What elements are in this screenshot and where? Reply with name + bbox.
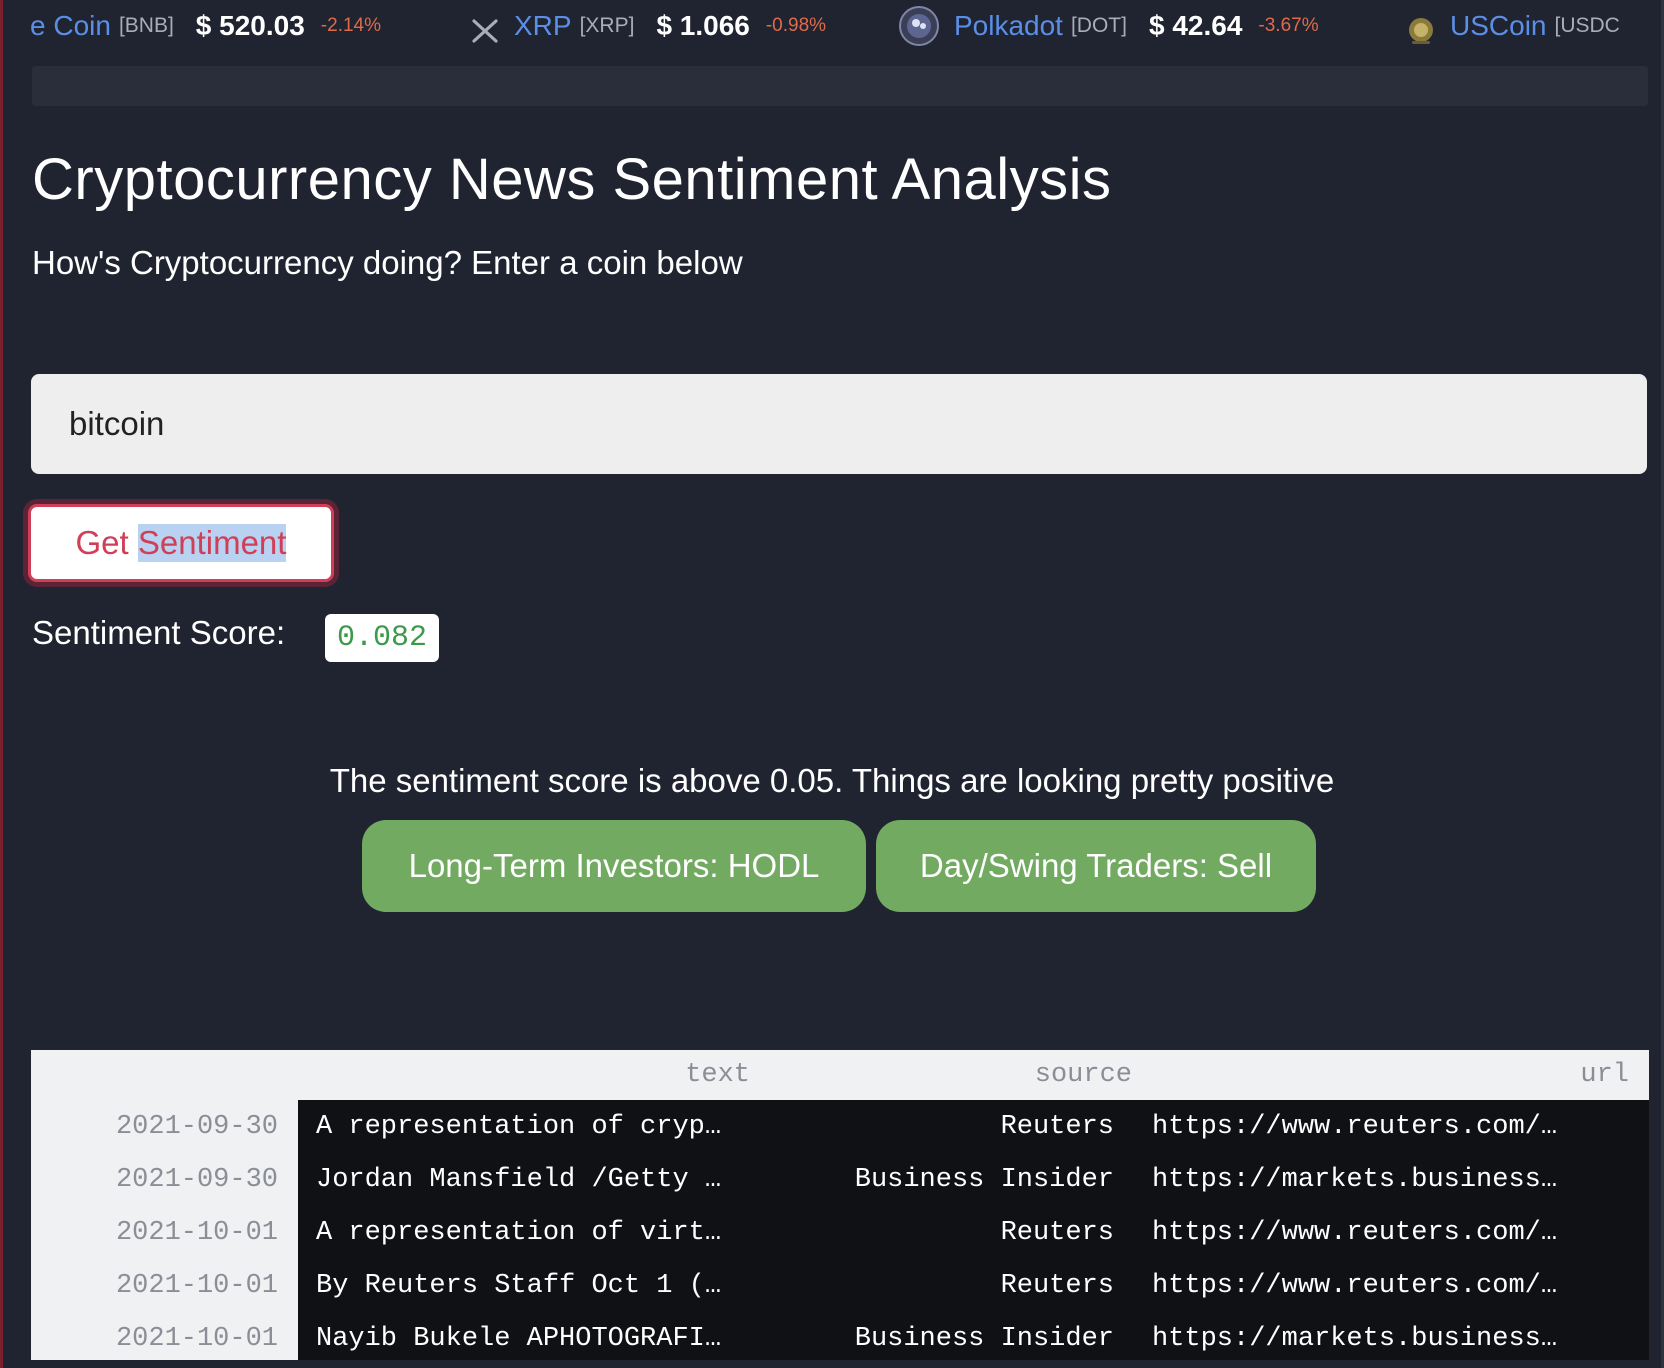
ticker-name[interactable]: USCoin <box>1450 0 1546 52</box>
ticker-symbol: [XRP] <box>579 14 635 37</box>
ticker-price: $ 42.64 <box>1148 10 1243 41</box>
table-row[interactable]: 2021-09-30 Jordan Mansfield /Getty … Bus… <box>31 1153 1649 1206</box>
row-date: 2021-10-01 <box>115 1323 278 1354</box>
ticker-price: $ 520.03 <box>195 10 305 41</box>
page-title: Cryptocurrency News Sentiment Analysis <box>32 147 1112 212</box>
sentiment-message: The sentiment score is above 0.05. Thing… <box>329 762 1335 799</box>
row-text[interactable]: By Reuters Staff Oct 1 (… <box>298 1259 770 1312</box>
ticker-item-xrp[interactable]: XRP [XRP] $ 1.066 -0.98% <box>470 0 826 52</box>
row-text[interactable]: A representation of virt… <box>298 1206 770 1259</box>
column-header-source[interactable]: source <box>770 1050 1152 1100</box>
polkadot-icon <box>898 5 940 47</box>
column-header-index <box>31 1050 298 1100</box>
row-text[interactable]: Nayib Bukele APHOTOGRAFI… <box>298 1312 770 1360</box>
get-sentiment-button[interactable]: Get Sentiment <box>28 504 334 582</box>
table-row[interactable]: 2021-10-01 A representation of virt… Reu… <box>31 1206 1649 1259</box>
left-edge-border <box>0 0 3 1368</box>
row-date: 2021-09-30 <box>115 1111 278 1142</box>
table-row[interactable]: 2021-09-30 A representation of cryp… Reu… <box>31 1100 1649 1153</box>
long-term-advice-badge: Long-Term Investors: HODL <box>362 820 866 912</box>
ticker-item-bnb[interactable]: e Coin [BNB] $ 520.03 -2.14% <box>30 0 381 52</box>
ticker-name[interactable]: XRP <box>514 0 572 52</box>
row-url[interactable]: https://www.reuters.com/… <box>1152 1259 1649 1312</box>
table-header-row: text source url <box>31 1050 1649 1100</box>
column-header-url[interactable]: url <box>1152 1050 1649 1100</box>
row-date: 2021-10-01 <box>115 1217 278 1248</box>
usdcoin-icon <box>1406 11 1436 44</box>
row-date: 2021-09-30 <box>115 1164 278 1195</box>
row-source[interactable]: Reuters <box>770 1259 1152 1312</box>
row-source[interactable]: Reuters <box>770 1100 1152 1153</box>
ticker-change: -3.67% <box>1258 15 1319 36</box>
page-subtitle: How's Cryptocurrency doing? Enter a coin… <box>32 244 743 281</box>
row-url[interactable]: https://markets.business… <box>1152 1153 1649 1206</box>
header-strip <box>32 66 1648 106</box>
row-url[interactable]: https://markets.business… <box>1152 1312 1649 1360</box>
news-table[interactable]: text source url 2021-09-30 A representat… <box>31 1050 1649 1360</box>
ticker-item-usdc[interactable]: USCoin [USDC <box>1406 0 1642 52</box>
ticker-change: -0.98% <box>765 15 827 36</box>
coin-input[interactable] <box>31 374 1647 474</box>
ticker-change: -2.14% <box>320 15 381 36</box>
column-header-text[interactable]: text <box>298 1050 770 1100</box>
ticker-symbol: [BNB] <box>118 14 174 37</box>
crypto-ticker: e Coin [BNB] $ 520.03 -2.14% XRP [XRP] $… <box>0 0 1664 52</box>
ticker-name[interactable]: Polkadot <box>954 0 1063 52</box>
row-date: 2021-10-01 <box>115 1270 278 1301</box>
ticker-symbol: [USDC <box>1554 14 1620 37</box>
row-text[interactable]: Jordan Mansfield /Getty … <box>298 1153 770 1206</box>
day-swing-advice-badge: Day/Swing Traders: Sell <box>876 820 1316 912</box>
table-row[interactable]: 2021-10-01 By Reuters Staff Oct 1 (… Reu… <box>31 1259 1649 1312</box>
row-url[interactable]: https://www.reuters.com/… <box>1152 1206 1649 1259</box>
ticker-name[interactable]: e Coin <box>30 0 111 52</box>
row-url[interactable]: https://www.reuters.com/… <box>1152 1100 1649 1153</box>
row-text[interactable]: A representation of cryp… <box>298 1100 770 1153</box>
sentiment-score-label: Sentiment Score: <box>32 614 286 651</box>
table-row[interactable]: 2021-10-01 Nayib Bukele APHOTOGRAFI… Bus… <box>31 1312 1649 1360</box>
xrp-icon <box>470 11 500 43</box>
row-source[interactable]: Business Insider <box>770 1312 1152 1360</box>
button-label-selected: Sentiment <box>137 524 287 562</box>
button-label-prefix: Get <box>75 524 138 561</box>
row-source[interactable]: Reuters <box>770 1206 1152 1259</box>
ticker-symbol: [DOT] <box>1070 14 1127 37</box>
sentiment-score-value: 0.082 <box>325 614 440 662</box>
ticker-item-dot[interactable]: Polkadot [DOT] $ 42.64 -3.67% <box>898 0 1319 52</box>
row-source[interactable]: Business Insider <box>770 1153 1152 1206</box>
ticker-price: $ 1.066 <box>656 10 750 41</box>
